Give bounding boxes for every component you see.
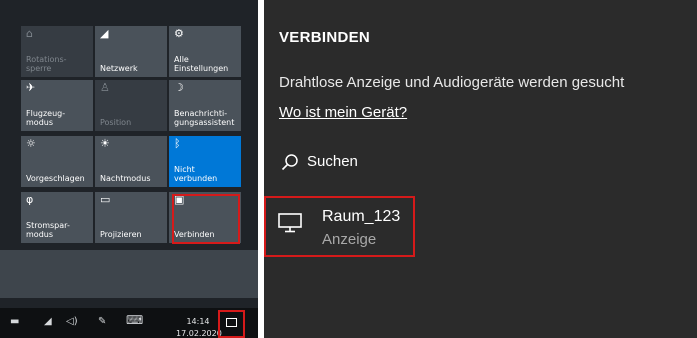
tile-battery-saver[interactable]: φ Stromspar- modus xyxy=(21,192,93,243)
search-icon xyxy=(281,154,298,171)
tile-all-settings[interactable]: ⚙ Alle Einstellungen xyxy=(169,26,241,77)
device-type: Anzeige xyxy=(322,231,377,248)
tile-label: Position xyxy=(100,118,132,127)
tile-focus-assist[interactable]: ☽ Benachrichti- gungsassistent xyxy=(169,80,241,131)
tile-rotation-lock[interactable]: ⌂ Rotations- sperre xyxy=(21,26,93,77)
brightness-slider-area xyxy=(0,250,258,298)
rotation-lock-icon: ⌂ xyxy=(26,27,33,40)
connect-status-text: Drahtlose Anzeige und Audiogeräte werden… xyxy=(279,74,625,91)
tile-bluetooth[interactable]: ᛒ Nicht verbunden xyxy=(169,136,241,187)
tile-label: Vorgeschlagen xyxy=(26,174,85,183)
gear-icon: ⚙ xyxy=(174,27,184,40)
action-center-panel: ⌂ Rotations- sperre ◢ Netzwerk ⚙ Alle Ei… xyxy=(0,0,258,338)
brightness-icon: ☼ xyxy=(26,137,36,150)
project-icon: ▭ xyxy=(100,193,111,206)
pen-icon[interactable]: ✎ xyxy=(98,316,106,328)
clock-date: 17.02.2020 xyxy=(176,329,222,338)
airplane-icon: ✈ xyxy=(26,81,36,94)
bluetooth-icon: ᛒ xyxy=(174,137,181,150)
tile-night-light[interactable]: ☀ Nachtmodus xyxy=(95,136,167,187)
device-item-raum-123[interactable]: Raum_123 Anzeige xyxy=(264,196,415,257)
network-icon: ◢ xyxy=(100,27,109,40)
location-icon: ♙ xyxy=(100,81,110,94)
tile-label: Projizieren xyxy=(100,230,142,239)
tile-label: Nachtmodus xyxy=(100,174,151,183)
tile-brightness[interactable]: ☼ Vorgeschlagen xyxy=(21,136,93,187)
volume-icon[interactable]: ◁) xyxy=(66,316,78,328)
monitor-icon xyxy=(278,213,302,233)
tile-project[interactable]: ▭ Projizieren xyxy=(95,192,167,243)
connect-panel: VERBINDEN Drahtlose Anzeige und Audioger… xyxy=(264,0,697,338)
keyboard-icon[interactable]: ⌨ xyxy=(126,314,143,326)
action-center-button[interactable] xyxy=(218,310,245,338)
tile-label: Benachrichti- gungsassistent xyxy=(174,109,235,127)
notification-icon xyxy=(226,318,237,327)
tile-label: Rotations- sperre xyxy=(26,55,67,73)
battery-saver-icon: φ xyxy=(26,193,34,206)
tile-label: Stromspar- modus xyxy=(26,221,70,239)
device-name: Raum_123 xyxy=(322,208,401,225)
night-light-icon: ☀ xyxy=(100,137,110,150)
tile-label: Flugzeug- modus xyxy=(26,109,66,127)
battery-icon[interactable]: ▬ xyxy=(10,316,19,328)
where-is-my-device-link[interactable]: Wo ist mein Gerät? xyxy=(279,104,407,121)
search-label: Suchen xyxy=(307,153,358,170)
clock-time: 14:14 xyxy=(186,317,210,326)
tile-label: Nicht verbunden xyxy=(174,165,218,183)
tile-label: Alle Einstellungen xyxy=(174,55,229,73)
moon-icon: ☽ xyxy=(174,81,184,94)
connect-title: VERBINDEN xyxy=(279,29,371,46)
tile-location[interactable]: ♙ Position xyxy=(95,80,167,131)
connect-tile-highlight xyxy=(172,194,240,244)
tile-airplane-mode[interactable]: ✈ Flugzeug- modus xyxy=(21,80,93,131)
taskbar-clock[interactable]: 14:14 17.02.2020 xyxy=(176,316,222,338)
wifi-icon[interactable]: ◢ xyxy=(44,316,52,328)
tile-network[interactable]: ◢ Netzwerk xyxy=(95,26,167,77)
tile-label: Netzwerk xyxy=(100,64,138,73)
